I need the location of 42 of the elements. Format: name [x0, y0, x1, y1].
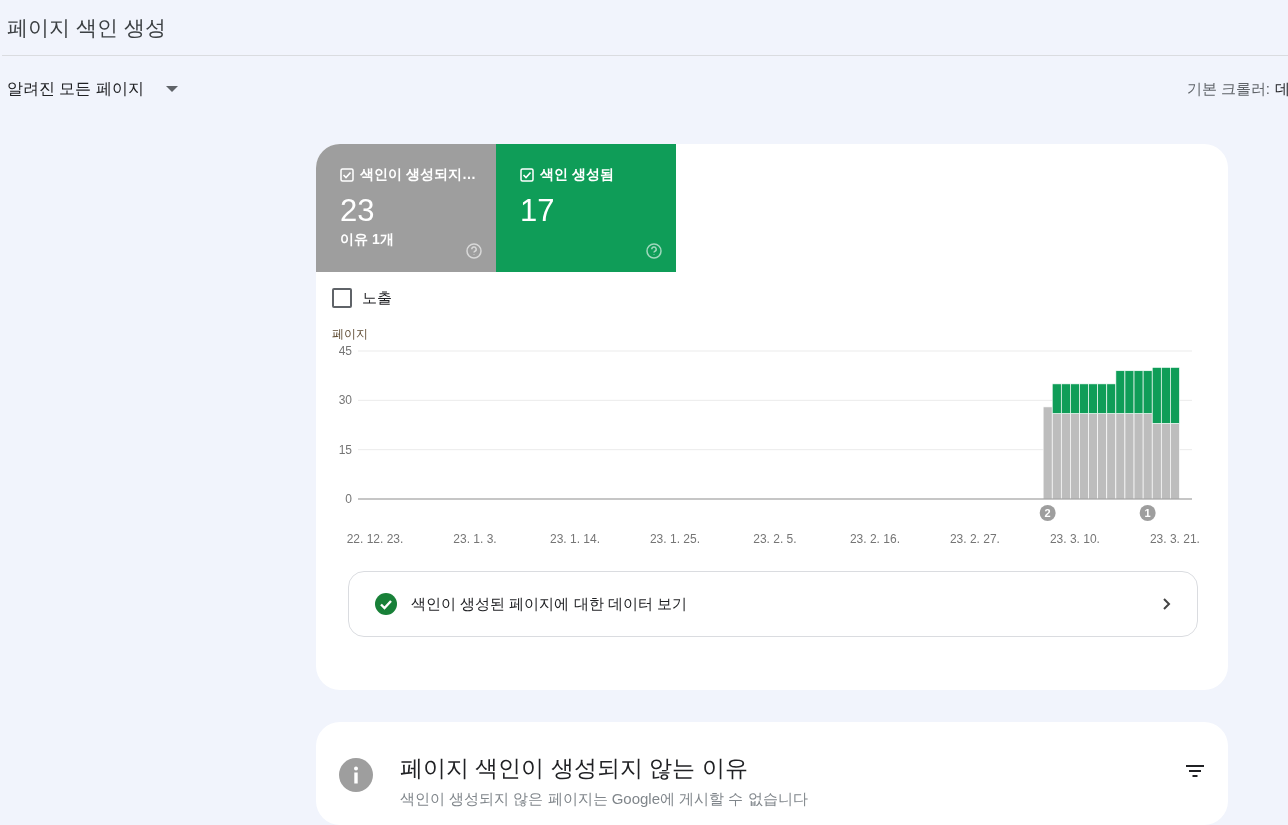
- tile-label: 색인 생성됨: [540, 166, 614, 184]
- x-tick-label: 23. 2. 16.: [849, 532, 900, 546]
- y-tick-label: 0: [345, 492, 352, 506]
- info-icon: [339, 758, 373, 792]
- tile-label: 색인이 생성되지…: [360, 166, 476, 184]
- tile-note: 이유 1개: [340, 231, 395, 250]
- summary-tile[interactable]: 색인이 생성되지… 23 이유 1개: [316, 144, 496, 272]
- event-marker[interactable]: 2: [1039, 505, 1056, 521]
- crawler-label: 기본 크롤러:: [1186, 79, 1270, 99]
- event-marker[interactable]: 1: [1139, 505, 1156, 521]
- page-filter-dropdown[interactable]: 알려진 모든 페이지: [7, 78, 178, 100]
- tile-count: 23: [340, 194, 376, 229]
- y-tick-label: 30: [338, 393, 352, 408]
- filter-icon[interactable]: [1186, 765, 1204, 777]
- x-tick-label: 23. 1. 3.: [453, 532, 497, 546]
- x-tick-label: 23. 1. 14.: [549, 532, 600, 546]
- chevron-right-icon: [1163, 598, 1171, 610]
- indexed-pages-link[interactable]: 색인이 생성된 페이지에 대한 데이터 보기: [348, 571, 1198, 637]
- x-tick-label: 23. 3. 21.: [1149, 532, 1200, 546]
- x-tick-label: 22. 12. 23.: [346, 532, 404, 546]
- section-title: 페이지 색인이 생성되지 않는 이유: [400, 754, 749, 783]
- tile-count: 17: [520, 194, 556, 229]
- bar: [1161, 367, 1171, 424]
- x-tick-label: 23. 3. 10.: [1049, 532, 1100, 546]
- help-icon[interactable]: [646, 243, 662, 259]
- y-axis-label: 페이지: [332, 327, 368, 341]
- x-tick-label: 23. 1. 25.: [649, 532, 700, 546]
- x-tick-label: 23. 2. 5.: [753, 532, 797, 546]
- section-subtitle: 색인이 생성되지 않은 페이지는 Google에 게시할 수 없습니다: [400, 790, 808, 809]
- checkbox[interactable]: [332, 288, 352, 308]
- y-tick-label: 15: [338, 442, 352, 457]
- check-circle-icon: [375, 593, 397, 615]
- y-tick-label: 45: [338, 344, 352, 358]
- summary-tile[interactable]: 색인 생성됨 17: [496, 144, 676, 272]
- crawler-value: 데: [1275, 79, 1288, 99]
- bar: [1170, 367, 1180, 424]
- x-tick-label: 23. 2. 27.: [949, 532, 1000, 546]
- help-icon[interactable]: [466, 243, 482, 259]
- impressions-label: 노출: [362, 288, 392, 308]
- impressions-toggle[interactable]: 노출: [332, 288, 392, 308]
- page-title: 페이지 색인 생성: [7, 14, 166, 41]
- caret-icon: [165, 86, 178, 92]
